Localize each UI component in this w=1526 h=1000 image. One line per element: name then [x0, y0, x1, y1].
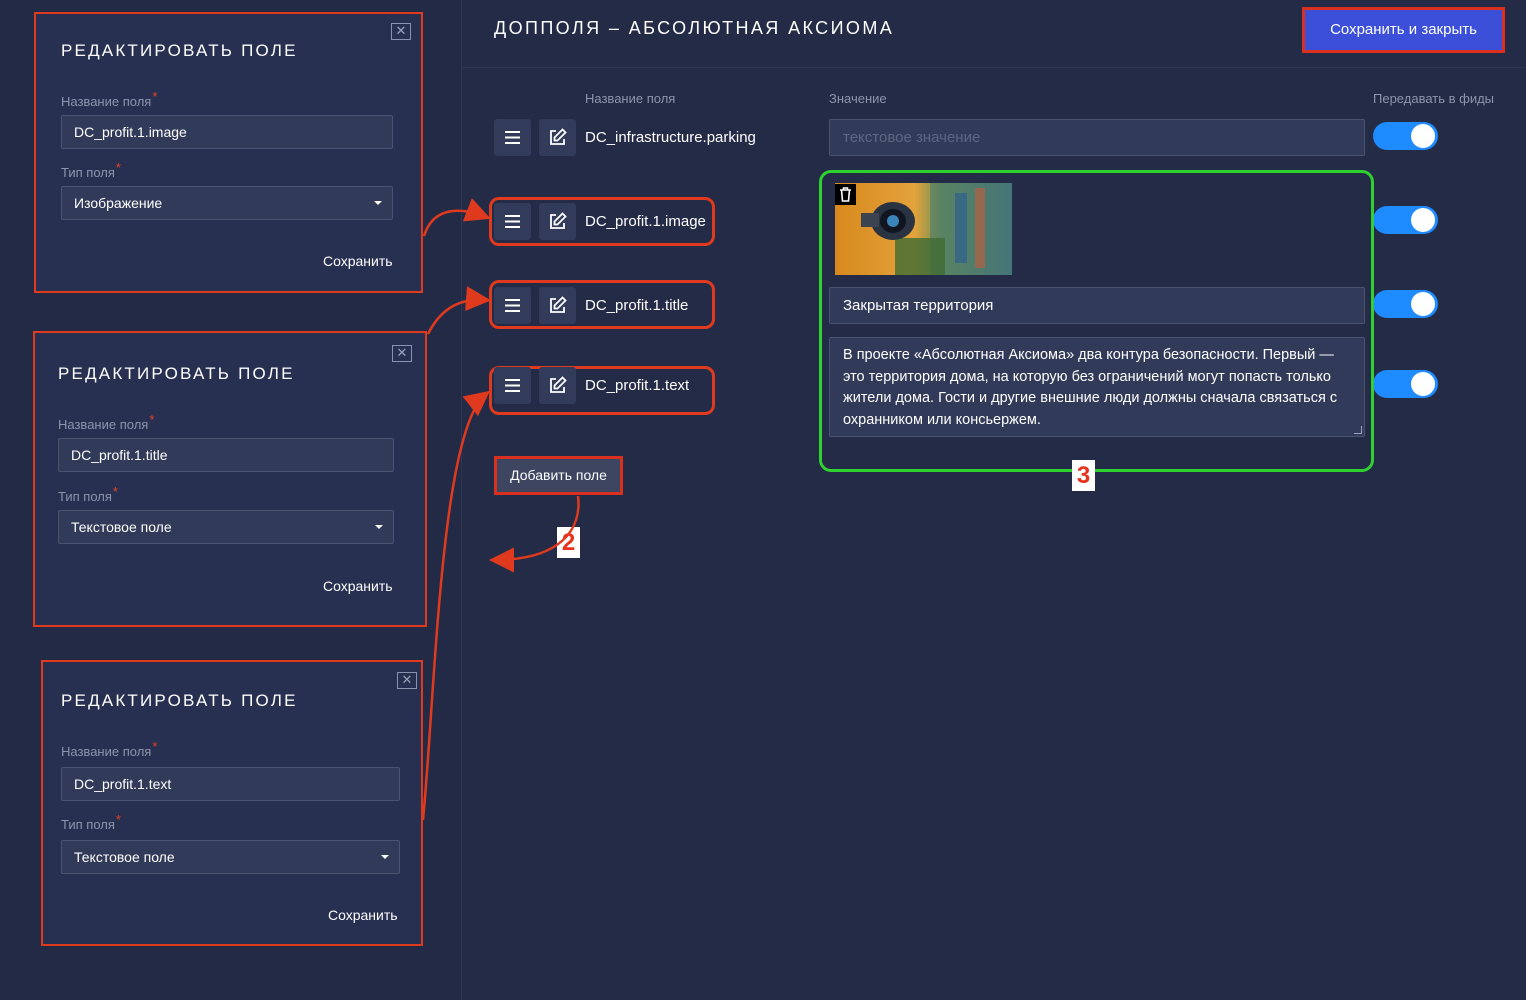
- arrow-modal3-to-row: [421, 390, 490, 821]
- arrow-modal1-to-row: [422, 198, 491, 237]
- arrow-modal2-to-row: [426, 286, 491, 335]
- annotation-arrows: [421, 198, 580, 821]
- arrow-add-field: [489, 495, 580, 573]
